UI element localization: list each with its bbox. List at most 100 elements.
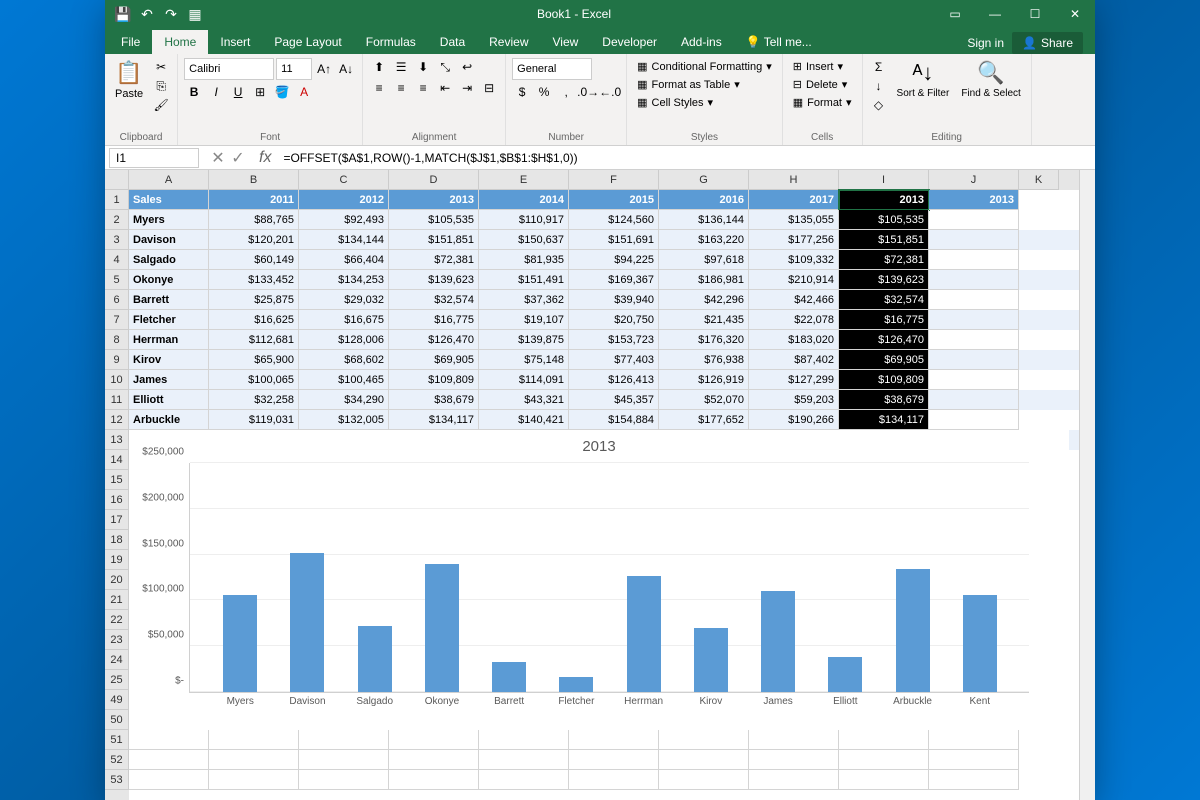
- cell-empty[interactable]: [929, 350, 1019, 370]
- format-as-table-button[interactable]: ▦ Format as Table ▾: [633, 76, 744, 93]
- number-format-select[interactable]: [512, 58, 592, 80]
- cell-empty[interactable]: [569, 730, 659, 750]
- align-center-icon[interactable]: ≡: [391, 79, 411, 97]
- cell-empty[interactable]: [129, 750, 209, 770]
- cell-value[interactable]: $16,625: [209, 310, 299, 330]
- cell-year-header[interactable]: 2014: [479, 190, 569, 210]
- percent-icon[interactable]: %: [534, 83, 554, 101]
- align-top-icon[interactable]: ⬆: [369, 58, 389, 76]
- row-header[interactable]: 17: [105, 510, 129, 530]
- cell-value[interactable]: $69,905: [389, 350, 479, 370]
- cell-value[interactable]: $81,935: [479, 250, 569, 270]
- row-header[interactable]: 24: [105, 650, 129, 670]
- cell-value[interactable]: $177,256: [749, 230, 839, 250]
- cell-value[interactable]: $150,637: [479, 230, 569, 250]
- cell-empty[interactable]: [929, 750, 1019, 770]
- name-box[interactable]: [109, 148, 199, 168]
- sort-filter-button[interactable]: ᴬ↓Sort & Filter: [893, 58, 954, 101]
- cell-value[interactable]: $92,493: [299, 210, 389, 230]
- comma-icon[interactable]: ,: [556, 83, 576, 101]
- find-select-button[interactable]: 🔍Find & Select: [957, 58, 1024, 101]
- cell-value[interactable]: $39,940: [569, 290, 659, 310]
- cell-empty[interactable]: [209, 750, 299, 770]
- align-middle-icon[interactable]: ☰: [391, 58, 411, 76]
- cell-year-header[interactable]: 2017: [749, 190, 839, 210]
- tab-home[interactable]: Home: [152, 30, 208, 54]
- cell-empty[interactable]: [299, 750, 389, 770]
- cell-value[interactable]: $133,452: [209, 270, 299, 290]
- cell-value[interactable]: $177,652: [659, 410, 749, 430]
- cell-value[interactable]: $87,402: [749, 350, 839, 370]
- tab-view[interactable]: View: [541, 30, 591, 54]
- delete-cells-button[interactable]: ⊟ Delete ▾: [789, 76, 852, 93]
- cell-I[interactable]: $105,535: [839, 210, 929, 230]
- cell-value[interactable]: $151,691: [569, 230, 659, 250]
- col-header-F[interactable]: F: [569, 170, 659, 190]
- cell-value[interactable]: $169,367: [569, 270, 659, 290]
- row-header[interactable]: 12: [105, 410, 129, 430]
- vertical-scrollbar[interactable]: [1079, 170, 1095, 800]
- cell-I[interactable]: $151,851: [839, 230, 929, 250]
- chart-bar[interactable]: [694, 628, 728, 692]
- font-name-select[interactable]: [184, 58, 274, 80]
- tab-formulas[interactable]: Formulas: [354, 30, 428, 54]
- merge-icon[interactable]: ⊟: [479, 79, 499, 97]
- cell-name[interactable]: James: [129, 370, 209, 390]
- undo-icon[interactable]: ↶: [137, 4, 157, 24]
- cell-empty[interactable]: [749, 730, 839, 750]
- cell-value[interactable]: $135,055: [749, 210, 839, 230]
- cell-empty[interactable]: [929, 370, 1019, 390]
- cell-value[interactable]: $132,005: [299, 410, 389, 430]
- row-header[interactable]: 18: [105, 530, 129, 550]
- cell-empty[interactable]: [209, 770, 299, 790]
- cell-value[interactable]: $183,020: [749, 330, 839, 350]
- col-header-E[interactable]: E: [479, 170, 569, 190]
- cell-value[interactable]: $163,220: [659, 230, 749, 250]
- cell-empty[interactable]: [389, 730, 479, 750]
- cell-empty[interactable]: [479, 750, 569, 770]
- cell-empty[interactable]: [749, 750, 839, 770]
- cell-value[interactable]: $139,623: [389, 270, 479, 290]
- cell-value[interactable]: $68,602: [299, 350, 389, 370]
- cell-value[interactable]: $21,435: [659, 310, 749, 330]
- cell-empty[interactable]: [299, 730, 389, 750]
- cell-value[interactable]: $97,618: [659, 250, 749, 270]
- col-header-D[interactable]: D: [389, 170, 479, 190]
- row-header[interactable]: 2: [105, 210, 129, 230]
- sign-in-link[interactable]: Sign in: [967, 36, 1004, 50]
- row-header[interactable]: 1: [105, 190, 129, 210]
- format-painter-icon[interactable]: 🖌: [151, 96, 171, 114]
- cell-empty[interactable]: [929, 310, 1019, 330]
- cell-value[interactable]: $136,144: [659, 210, 749, 230]
- increase-decimal-icon[interactable]: .0→: [578, 83, 598, 101]
- chart-bar[interactable]: [963, 595, 997, 692]
- cell-empty[interactable]: [929, 270, 1019, 290]
- cell-I[interactable]: $72,381: [839, 250, 929, 270]
- cell-value[interactable]: $22,078: [749, 310, 839, 330]
- cell-value[interactable]: $59,203: [749, 390, 839, 410]
- row-header[interactable]: 53: [105, 770, 129, 790]
- row-header[interactable]: 51: [105, 730, 129, 750]
- cell-name[interactable]: Fletcher: [129, 310, 209, 330]
- row-header[interactable]: 5: [105, 270, 129, 290]
- row-header[interactable]: 10: [105, 370, 129, 390]
- cell-value[interactable]: $120,201: [209, 230, 299, 250]
- row-header[interactable]: 19: [105, 550, 129, 570]
- cell-value[interactable]: $134,144: [299, 230, 389, 250]
- col-header-K[interactable]: K: [1019, 170, 1059, 190]
- row-header[interactable]: 15: [105, 470, 129, 490]
- cell-empty[interactable]: [209, 730, 299, 750]
- enter-formula-icon[interactable]: ✓: [229, 148, 247, 168]
- cell-value[interactable]: $42,466: [749, 290, 839, 310]
- cell-empty[interactable]: [569, 750, 659, 770]
- font-size-select[interactable]: [276, 58, 312, 80]
- cell-value[interactable]: $151,491: [479, 270, 569, 290]
- cell-empty[interactable]: [929, 230, 1019, 250]
- cell-value[interactable]: $29,032: [299, 290, 389, 310]
- row-header[interactable]: 16: [105, 490, 129, 510]
- cell-value[interactable]: $20,750: [569, 310, 659, 330]
- col-header-J[interactable]: J: [929, 170, 1019, 190]
- cell-name[interactable]: Herrman: [129, 330, 209, 350]
- cell-value[interactable]: $109,809: [389, 370, 479, 390]
- cell-I[interactable]: $139,623: [839, 270, 929, 290]
